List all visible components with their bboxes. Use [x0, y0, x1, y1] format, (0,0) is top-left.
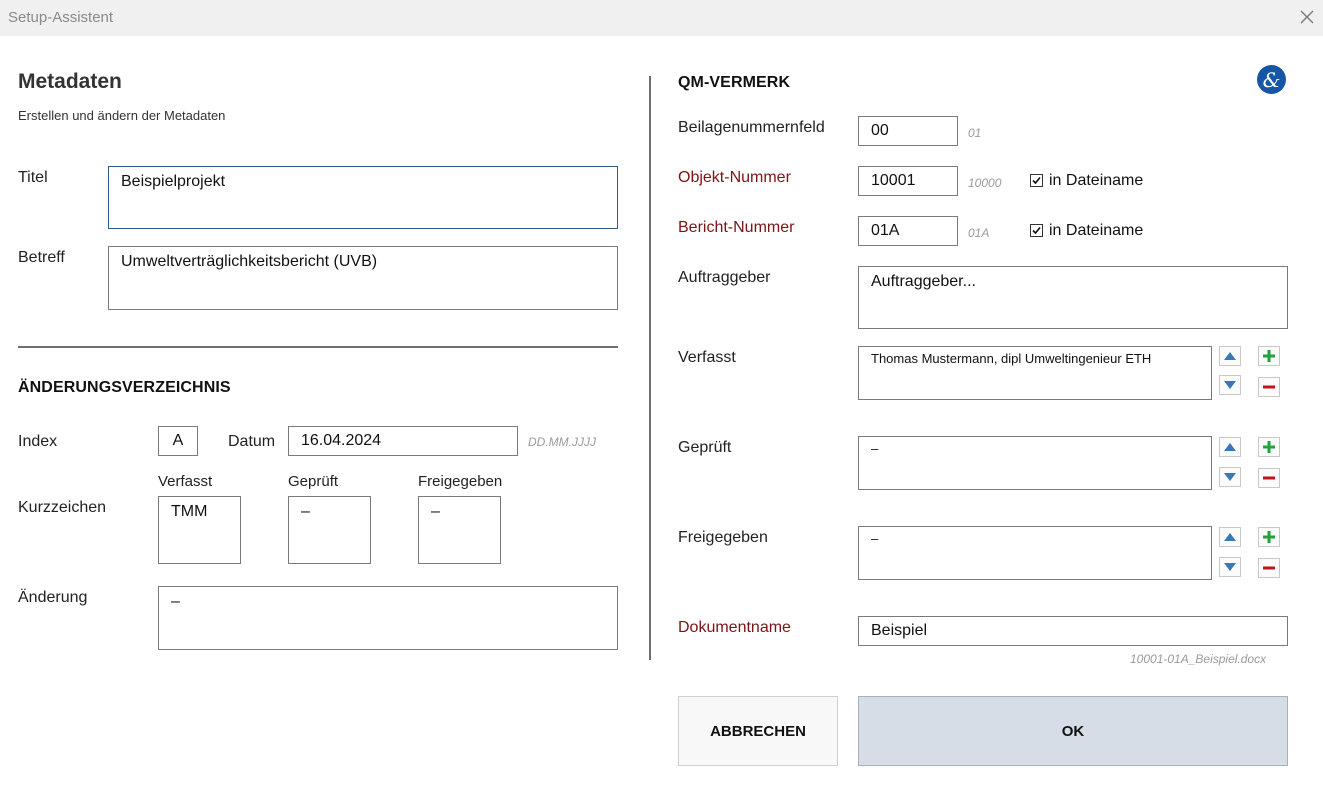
- index-label: Index: [18, 433, 58, 450]
- datum-input[interactable]: 16.04.2024: [288, 426, 518, 456]
- datum-label: Datum: [228, 433, 276, 450]
- objekt-hint: 10000: [968, 176, 1002, 190]
- close-button[interactable]: [1296, 6, 1318, 28]
- geprueft-list[interactable]: –: [858, 436, 1212, 490]
- verfasst-label: Verfasst: [678, 349, 736, 366]
- betreff-input[interactable]: Umweltverträglichkeitsbericht (UVB): [108, 246, 618, 310]
- arrow-down-icon: [1224, 473, 1236, 481]
- panel-divider: [649, 76, 651, 660]
- bericht-hint: 01A: [968, 226, 990, 240]
- geprueft-move-down-button[interactable]: [1219, 467, 1241, 487]
- datum-format-hint: DD.MM.JJJJ: [528, 435, 596, 449]
- freigegeben-add-button[interactable]: [1258, 527, 1280, 547]
- arrow-up-icon: [1224, 443, 1236, 451]
- geprueft-label: Geprüft: [678, 439, 732, 456]
- beilage-label: Beilagenummernfeld: [678, 119, 825, 136]
- objekt-input[interactable]: 10001: [858, 166, 958, 196]
- arrow-up-icon: [1224, 533, 1236, 541]
- freigegeben-remove-button[interactable]: [1258, 558, 1280, 578]
- verfasst-add-button[interactable]: [1258, 346, 1280, 366]
- checkmark-icon: [1032, 176, 1041, 185]
- dokumentname-input[interactable]: Beispiel: [858, 616, 1288, 646]
- dokumentname-label: Dokumentname: [678, 619, 791, 636]
- titel-input[interactable]: Beispielprojekt: [108, 166, 618, 229]
- plus-icon: [1263, 531, 1275, 543]
- geprueft-add-button[interactable]: [1258, 437, 1280, 457]
- objekt-in-dateiname-label: in Dateiname: [1049, 172, 1144, 189]
- arrow-down-icon: [1224, 563, 1236, 571]
- plus-icon: [1263, 441, 1275, 453]
- kz-geprueft-label: Geprüft: [288, 473, 339, 490]
- bericht-input[interactable]: 01A: [858, 216, 958, 246]
- changes-heading: ÄNDERUNGSVERZEICHNIS: [18, 379, 231, 396]
- minus-icon: [1263, 476, 1275, 480]
- minus-icon: [1263, 385, 1275, 389]
- betreff-label: Betreff: [18, 249, 65, 266]
- kz-verfasst-input[interactable]: TMM: [158, 496, 241, 564]
- kz-geprueft-input[interactable]: –: [288, 496, 371, 564]
- verfasst-list[interactable]: Thomas Mustermann, dipl Umweltingenieur …: [858, 346, 1212, 400]
- page-title: Metadaten: [18, 70, 122, 93]
- plus-icon: [1263, 350, 1275, 362]
- freigegeben-label: Freigegeben: [678, 529, 768, 546]
- freigegeben-move-up-button[interactable]: [1219, 527, 1241, 547]
- title-bar: Setup-Assistent: [0, 0, 1323, 36]
- verfasst-remove-button[interactable]: [1258, 377, 1280, 397]
- kz-freigegeben-label: Freigegeben: [418, 473, 503, 490]
- arrow-up-icon: [1224, 352, 1236, 360]
- cancel-button[interactable]: ABBRECHEN: [678, 696, 838, 766]
- ok-button[interactable]: OK: [858, 696, 1288, 766]
- kurzzeichen-label: Kurzzeichen: [18, 499, 107, 516]
- verfasst-move-up-button[interactable]: [1219, 346, 1241, 366]
- objekt-in-dateiname-checkbox[interactable]: [1030, 174, 1043, 187]
- aenderung-input[interactable]: –: [158, 586, 618, 650]
- freigegeben-list[interactable]: –: [858, 526, 1212, 580]
- bericht-label: Bericht-Nummer: [678, 219, 795, 236]
- bericht-in-dateiname-label: in Dateiname: [1049, 222, 1144, 239]
- window-title: Setup-Assistent: [8, 9, 114, 26]
- beilage-hint: 01: [968, 126, 982, 140]
- ampersand-logo-icon: &: [1257, 65, 1286, 94]
- filename-preview: 10001-01A_Beispiel.docx: [1130, 652, 1267, 666]
- bericht-in-dateiname-checkbox[interactable]: [1030, 224, 1043, 237]
- beilage-input[interactable]: 00: [858, 116, 958, 146]
- minus-icon: [1263, 566, 1275, 570]
- aenderung-label: Änderung: [18, 589, 88, 606]
- page-subtitle: Erstellen und ändern der Metadaten: [18, 108, 226, 123]
- geprueft-remove-button[interactable]: [1258, 468, 1280, 488]
- section-divider: [18, 346, 618, 348]
- geprueft-move-up-button[interactable]: [1219, 437, 1241, 457]
- auftraggeber-label: Auftraggeber: [678, 269, 771, 286]
- objekt-label: Objekt-Nummer: [678, 169, 791, 186]
- index-input[interactable]: A: [158, 426, 198, 456]
- titel-label: Titel: [18, 169, 48, 186]
- close-icon: [1300, 10, 1314, 24]
- freigegeben-move-down-button[interactable]: [1219, 557, 1241, 577]
- kz-freigegeben-input[interactable]: –: [418, 496, 501, 564]
- kz-verfasst-label: Verfasst: [158, 473, 213, 490]
- arrow-down-icon: [1224, 381, 1236, 389]
- checkmark-icon: [1032, 226, 1041, 235]
- qm-heading: QM-VERMERK: [678, 74, 791, 91]
- verfasst-move-down-button[interactable]: [1219, 375, 1241, 395]
- auftraggeber-input[interactable]: Auftraggeber...: [858, 266, 1288, 329]
